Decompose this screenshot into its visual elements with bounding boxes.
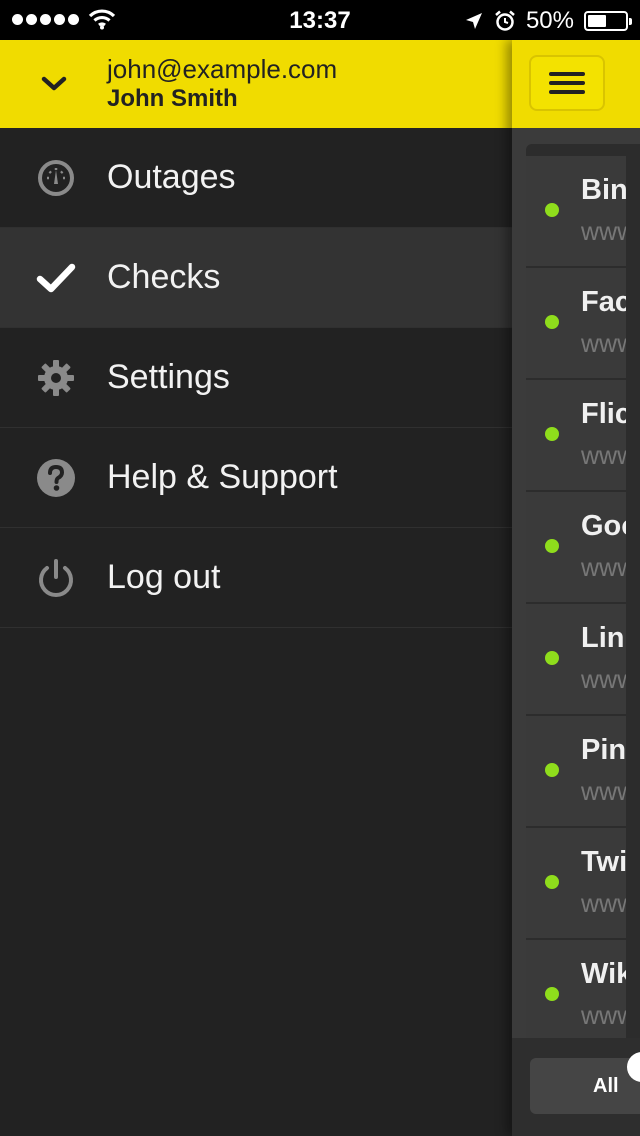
menu-item-label: Settings: [107, 358, 230, 396]
check-name: Goo: [581, 510, 626, 542]
check-url: www: [581, 442, 626, 470]
check-url: www: [581, 1002, 626, 1030]
check-list-item[interactable]: Fac www: [526, 268, 626, 380]
battery-percent: 50%: [525, 7, 574, 34]
status-up-indicator: [545, 763, 559, 777]
check-name: Flic: [581, 398, 626, 430]
menu-item-label: Checks: [107, 258, 221, 296]
check-name: Bin: [581, 174, 626, 206]
battery-icon: [584, 11, 632, 31]
menu-item-settings[interactable]: Settings: [0, 328, 512, 428]
check-list-item[interactable]: Twi www: [526, 828, 626, 940]
navigation-drawer: john@example.com John Smith Outages Chec…: [0, 40, 512, 1136]
check-url: www: [581, 218, 626, 246]
check-url: www: [581, 330, 626, 358]
menu-item-log-out[interactable]: Log out: [0, 528, 512, 628]
menu-item-label: Outages: [107, 158, 236, 196]
check-list-item[interactable]: Wik www: [526, 940, 626, 1040]
check-list-item[interactable]: Flic www: [526, 380, 626, 492]
menu-item-checks[interactable]: Checks: [0, 228, 512, 328]
check-name: Twi: [581, 846, 626, 878]
question-circle-icon: [37, 458, 75, 497]
menu-item-label: Help & Support: [107, 458, 338, 496]
menu-toggle-button[interactable]: [529, 55, 605, 111]
top-bar: [512, 40, 640, 128]
status-up-indicator: [545, 651, 559, 665]
status-up-indicator: [545, 203, 559, 217]
status-up-indicator: [545, 875, 559, 889]
account-email: john@example.com: [107, 54, 338, 84]
power-icon: [39, 558, 73, 597]
status-up-indicator: [545, 987, 559, 1001]
filter-label: All: [593, 1075, 619, 1097]
check-url: www: [581, 778, 626, 806]
check-list-item[interactable]: Goo www: [526, 492, 626, 604]
dashboard-gauge-icon: [38, 159, 74, 196]
checkmark-icon: [36, 263, 76, 292]
filter-all-button[interactable]: All: [530, 1058, 640, 1114]
status-up-indicator: [545, 315, 559, 329]
check-list-item[interactable]: Pin www: [526, 716, 626, 828]
alarm-icon: [495, 10, 515, 31]
location-arrow-icon: [465, 13, 482, 29]
drawer-menu: Outages Checks Settings Help & Support L…: [0, 128, 512, 628]
check-name: Fac: [581, 286, 626, 318]
status-bar: 13:37 50%: [0, 0, 640, 40]
bottom-bar: All: [512, 1038, 640, 1136]
menu-item-outages[interactable]: Outages: [0, 128, 512, 228]
check-name: Wik: [581, 958, 626, 990]
main-panel: Bin www Fac www Flic www Goo www Lin www…: [512, 40, 640, 1136]
menu-item-label: Log out: [107, 558, 221, 596]
check-url: www: [581, 890, 626, 918]
check-url: www: [581, 666, 626, 694]
menu-item-help-support[interactable]: Help & Support: [0, 428, 512, 528]
check-name: Pin: [581, 734, 626, 766]
chevron-down-icon[interactable]: [40, 74, 68, 94]
account-header[interactable]: john@example.com John Smith: [0, 40, 512, 128]
check-list-item[interactable]: Lin www: [526, 604, 626, 716]
check-url: www: [581, 554, 626, 582]
account-name: John Smith: [107, 85, 238, 112]
check-name: Lin: [581, 622, 625, 654]
gear-icon: [38, 359, 74, 396]
status-up-indicator: [545, 427, 559, 441]
check-list-item[interactable]: Bin www: [526, 156, 626, 268]
status-up-indicator: [545, 539, 559, 553]
